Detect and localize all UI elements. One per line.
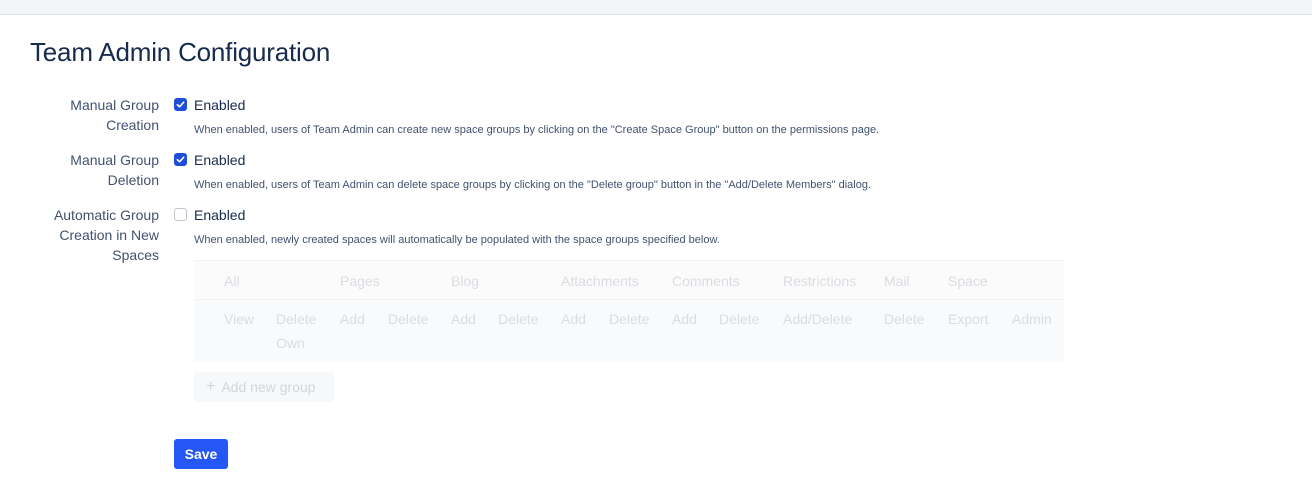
setting-description: When enabled, users of Team Admin can cr… [194,124,880,136]
checkbox-label[interactable]: Enabled [194,205,245,225]
perm-header-space-export: Export [948,311,989,327]
setting-label-line: Deletion [107,172,159,188]
perm-header-delete-own: Delete Own [276,311,317,351]
perm-header-restrictions: Add/Delete [783,311,853,327]
setting-label: Automatic Group Creation in New Spaces [19,205,159,265]
setting-label: Manual Group Deletion [19,150,159,190]
checkbox-label[interactable]: Enabled [194,95,245,115]
perm-header-pages-add: Add [340,311,365,327]
add-new-group-label: Add new group [221,379,316,395]
perm-header-blog-add: Add [451,311,476,327]
automatic-group-creation-checkbox[interactable] [174,208,187,221]
perm-header-space-admin: Admin [1012,311,1052,327]
top-bar [0,0,1312,15]
column-header-mail: Mail [884,273,910,289]
column-header-space: Space [948,273,988,289]
setting-label-line: Manual Group [70,152,159,168]
checkbox-label[interactable]: Enabled [194,150,245,170]
manual-group-creation-checkbox[interactable] [174,98,187,111]
setting-label: Manual Group Creation [19,95,159,135]
perm-header-attach-add: Add [561,311,586,327]
column-header-blog: Blog [451,273,480,289]
setting-description: When enabled, users of Team Admin can de… [194,179,872,191]
perm-header-view: View [224,311,255,327]
column-header-attachments: Attachments [561,273,639,289]
perm-header-comment-add: Add [672,311,697,327]
page-title: Team Admin Configuration [30,37,331,67]
perm-header-pages-delete: Delete [388,311,429,327]
setting-label-line: Creation in New [59,227,159,243]
space-groups-table: All Pages Blog Attachments Comments Rest… [194,260,1064,362]
add-new-group-button[interactable]: + Add new group [194,372,334,402]
setting-description: When enabled, newly created spaces will … [194,234,720,246]
column-header-pages: Pages [340,273,380,289]
checkmark-icon [176,156,185,163]
manual-group-deletion-checkbox[interactable] [174,153,187,166]
checkmark-icon [176,101,185,108]
column-header-comments: Comments [672,273,740,289]
plus-icon: + [206,378,216,395]
save-button[interactable]: Save [174,439,228,469]
setting-label-line: Spaces [112,247,159,263]
perm-header-attach-delete: Delete [609,311,650,327]
perm-header-comment-delete: Delete [719,311,760,327]
setting-label-line: Automatic Group [53,207,159,223]
perm-header-blog-delete: Delete [498,311,539,327]
column-header-all: All [224,273,240,289]
setting-label-line: Manual Group [70,97,159,113]
setting-label-line: Creation [106,117,159,133]
column-header-restrictions: Restrictions [783,273,857,289]
perm-header-mail-delete: Delete [884,311,925,327]
